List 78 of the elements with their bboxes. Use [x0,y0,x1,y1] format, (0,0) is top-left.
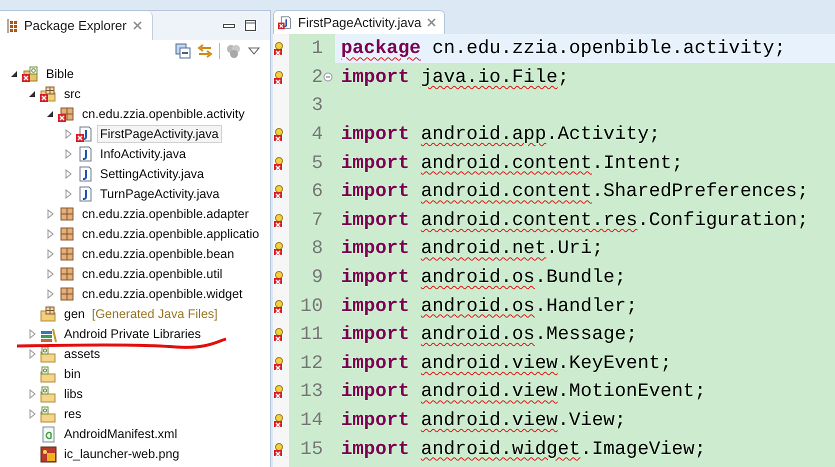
line-number: 7 [310,208,323,231]
view-tab[interactable]: Package Explorer [0,11,153,40]
tree-item[interactable]: cn.edu.zzia.openbible.applicatio [79,225,262,243]
code-line: import android.view.KeyEvent; [341,352,672,374]
fold-toggle-icon[interactable] [323,72,333,82]
line-number: 8 [310,237,323,260]
tree-item[interactable]: cn.edu.zzia.openbible.widget [79,285,246,303]
line-number: 11 [299,323,323,346]
tree-item[interactable]: SettingActivity.java [97,165,207,183]
tree-item[interactable]: bin [61,365,84,383]
tree-item[interactable]: Bible [43,65,77,83]
code-line: import android.net.Uri; [341,237,604,260]
line-number: 15 [299,438,323,460]
collapse-all-icon[interactable] [175,43,191,59]
tree-item[interactable]: cn.edu.zzia.openbible.bean [79,245,238,263]
code-line: import android.os.Message; [341,323,638,346]
collapsed-arrow-icon[interactable] [28,409,36,419]
line-number: 4 [310,123,323,146]
line-number: 13 [299,380,323,402]
code-line: import android.view.MotionEvent; [341,380,706,402]
collapsed-arrow-icon[interactable] [64,149,72,159]
line-number: 10 [299,294,323,317]
maximize-icon[interactable] [245,20,256,31]
code-line: import android.content.res.Configuration; [341,208,808,231]
tree-item[interactable]: gen [61,305,88,323]
tree-item-decoration: [Generated Java Files] [92,307,218,321]
line-number: 9 [310,266,323,288]
line-number: 2 [310,66,323,88]
expanded-arrow-icon[interactable] [10,70,18,78]
tree-item[interactable]: cn.edu.zzia.openbible.activity [79,105,248,123]
collapsed-arrow-icon[interactable] [28,349,36,359]
minimize-icon[interactable] [223,24,235,28]
collapsed-arrow-icon[interactable] [64,189,72,199]
line-number: 3 [310,94,323,116]
code-line: import java.io.File; [341,66,570,88]
link-arrows-icon[interactable] [197,43,213,59]
tree-item[interactable]: TurnPageActivity.java [97,185,222,203]
collapsed-arrow-icon[interactable] [64,169,72,179]
code-line: import android.app.Activity; [341,123,660,146]
tree-item[interactable]: src [61,85,84,103]
collapsed-arrow-icon[interactable] [46,289,54,299]
collapsed-arrow-icon[interactable] [46,229,54,239]
collapsed-arrow-icon[interactable] [64,129,72,139]
line-number: 6 [310,180,323,202]
package-explorer-icon [6,18,18,32]
tree-item[interactable]: assets [61,345,104,363]
tree-item[interactable]: AndroidManifest.xml [61,425,180,443]
expanded-arrow-icon[interactable] [46,110,54,118]
tree-item[interactable]: cn.edu.zzia.openbible.util [79,265,226,283]
close-icon[interactable] [427,18,436,27]
view-menu-icon[interactable] [248,47,260,55]
tree-item[interactable]: FirstPageActivity.java [97,125,222,143]
tree-item[interactable]: Android Private Libraries [61,325,204,343]
tree-item[interactable]: ic_launcher-web.png [61,445,182,463]
line-number: 14 [299,409,323,432]
code-line: package cn.edu.zzia.openbible.activity; [341,37,786,60]
collapsed-arrow-icon[interactable] [28,389,36,399]
editor-tab[interactable]: FirstPageActivity.java [273,10,446,34]
tree-item[interactable]: cn.edu.zzia.openbible.adapter [79,205,252,223]
code-line: import android.os.Bundle; [341,266,626,288]
tree-item[interactable]: InfoActivity.java [97,145,189,163]
tree-item[interactable]: res [61,405,84,423]
tree-item[interactable]: libs [61,385,86,403]
code-line: import android.widget.ImageView; [341,438,706,460]
collapsed-arrow-icon[interactable] [28,329,36,339]
close-icon[interactable] [132,21,142,30]
line-number: 12 [299,352,323,374]
line-number: 5 [310,152,323,174]
collapsed-arrow-icon[interactable] [46,269,54,279]
expanded-arrow-icon[interactable] [28,90,36,98]
code-line: import android.content.SharedPreferences; [341,180,808,202]
code-line: import android.content.Intent; [341,152,684,174]
collapsed-arrow-icon[interactable] [46,209,54,219]
code-line: import android.os.Handler; [341,294,638,317]
code-line: import android.view.View; [341,409,626,432]
line-number: 1 [310,37,323,60]
focus-icon[interactable] [226,43,242,59]
collapsed-arrow-icon[interactable] [46,249,54,259]
